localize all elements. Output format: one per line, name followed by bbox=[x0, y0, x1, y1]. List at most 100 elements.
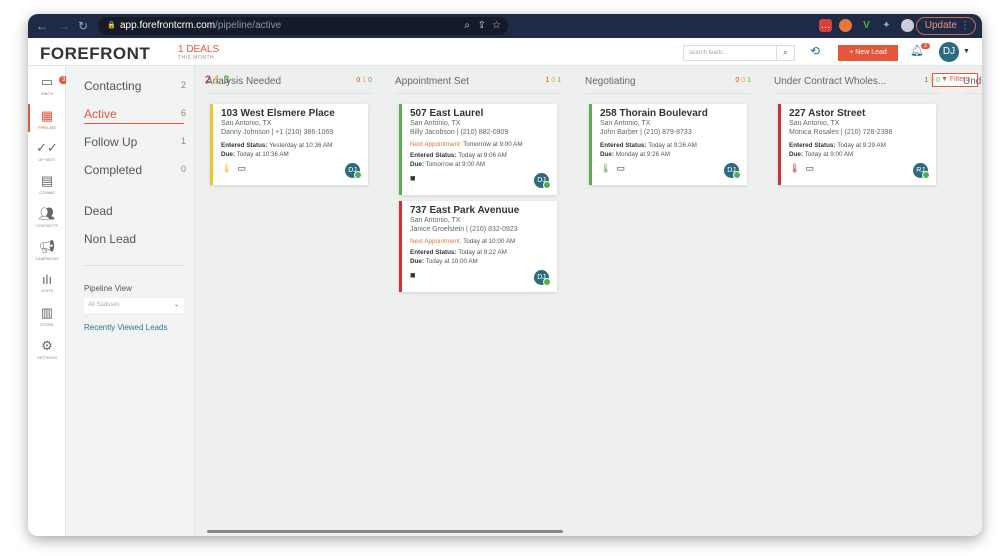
due-value: Tomorrow at 9:00 AM bbox=[425, 161, 486, 168]
appt-value: Tomorrow at 9:00 AM bbox=[463, 141, 523, 148]
search-input[interactable]: search leads... ⌕ bbox=[683, 45, 795, 61]
lead-card[interactable]: 258 Thorain Boulevard San Antonio, TX Jo… bbox=[589, 104, 747, 185]
lead-card[interactable]: 103 West Elsmere Place San Antonio, TX D… bbox=[210, 104, 368, 185]
lead-city: San Antonio, TX bbox=[221, 120, 272, 127]
recently-viewed-link[interactable]: Recently Viewed Leads bbox=[84, 323, 167, 332]
count-yellow: 1 bbox=[362, 77, 367, 84]
count-yellow: 0 bbox=[930, 77, 935, 84]
assignee-avatar[interactable]: DJ bbox=[345, 163, 362, 179]
due-label: Due: bbox=[410, 258, 424, 265]
chevron-down-icon: ⌄ bbox=[173, 302, 179, 308]
appt-label: Next Appointment: bbox=[410, 141, 462, 148]
gear-icon: ⚙ bbox=[41, 338, 53, 353]
lead-card[interactable]: 737 East Park Avenuue San Antonio, TX Ja… bbox=[399, 201, 557, 292]
briefcase-icon: ■ bbox=[410, 270, 416, 280]
lead-city: San Antonio, TX bbox=[410, 217, 461, 224]
update-button[interactable]: Update ⋮ bbox=[915, 17, 976, 35]
next-appointment: Next Appointment: Tomorrow at 9:00 AM bbox=[410, 141, 549, 148]
status-dead[interactable]: Dead bbox=[84, 204, 184, 218]
status-follow-up[interactable]: Follow Up 1 bbox=[84, 135, 186, 149]
status-label: Contacting bbox=[84, 79, 142, 93]
chevron-down-icon[interactable]: ▼ bbox=[963, 48, 970, 55]
column-header: Under Contract Wholes... 1 0 0 bbox=[774, 76, 940, 94]
entered-label: Entered Status: bbox=[600, 142, 647, 149]
new-lead-button[interactable]: + New Lead bbox=[838, 45, 898, 61]
profile-avatar[interactable] bbox=[901, 19, 914, 32]
user-avatar[interactable]: DJ bbox=[939, 42, 959, 62]
assignee-avatar[interactable]: DJ bbox=[534, 173, 551, 189]
lead-card[interactable]: 507 East Laurel San Antonio, TX Billy Ja… bbox=[399, 104, 557, 195]
logo[interactable]: FOREFRONT bbox=[40, 44, 150, 64]
assignee-avatar[interactable]: RJ bbox=[913, 163, 930, 179]
back-icon[interactable]: ← bbox=[36, 19, 48, 33]
due-value: Monday at 9:26 AM bbox=[615, 151, 671, 158]
due-label: Due: bbox=[789, 151, 803, 158]
count-green: 0 bbox=[368, 77, 372, 84]
entered-value: Today at 9:26 AM bbox=[648, 142, 697, 149]
forward-icon[interactable]: → bbox=[58, 19, 70, 33]
count-red: 1 bbox=[545, 77, 550, 84]
status-label: Dead bbox=[84, 204, 113, 218]
entered-status: Entered Status: Today at 9:29 AM bbox=[789, 141, 928, 150]
megaphone-icon: 📢︎ bbox=[38, 239, 56, 254]
history-icon[interactable]: ⟲ bbox=[810, 44, 820, 58]
nav-contacts[interactable]: 👥︎ CONTACTS bbox=[28, 206, 66, 228]
count-yellow: 0 bbox=[551, 77, 556, 84]
extension-icon[interactable]: … bbox=[819, 19, 832, 32]
address-bar[interactable]: 🔒 app.forefrontcrm.com/pipeline/active ⌕ ⇪… bbox=[98, 17, 508, 35]
briefcase-icon: ■ bbox=[410, 173, 416, 183]
nav-up-next[interactable]: ✓✓ UP NEXT bbox=[28, 140, 66, 162]
status-completed[interactable]: Completed 0 bbox=[84, 163, 186, 177]
nav-store[interactable]: ▥ STORE bbox=[28, 305, 66, 327]
nav-comms[interactable]: ▤ COMMS bbox=[28, 173, 66, 195]
nav-pipeline[interactable]: ▦ PIPELINE bbox=[28, 104, 66, 132]
reload-icon[interactable]: ↻ bbox=[78, 19, 88, 33]
checks-icon: ✓✓ bbox=[36, 140, 58, 155]
pipeline-column: Appointment Set 1 0 1 507 East Laurel San… bbox=[395, 76, 567, 292]
nav-label: STORE bbox=[40, 322, 54, 327]
column-title: Appointment Set bbox=[395, 76, 469, 87]
nav-settings[interactable]: ⚙ SETTINGS bbox=[28, 338, 66, 360]
pipeline-column: Under Contract Wholes... 1 0 0 227 Astor … bbox=[774, 76, 946, 185]
lead-address: 227 Astor Street bbox=[789, 108, 866, 119]
lead-card[interactable]: 227 Astor Street San Antonio, TX Monica … bbox=[778, 104, 936, 185]
status-label: Completed bbox=[84, 163, 143, 177]
lead-city: San Antonio, TX bbox=[789, 120, 840, 127]
card-icons: 🌡︎ ▭ RJ bbox=[789, 163, 930, 179]
star-icon[interactable]: ☆ bbox=[492, 17, 501, 35]
column-title: Negotiating bbox=[585, 76, 636, 87]
deals-sub: THIS MONTH bbox=[178, 55, 215, 61]
vue-extension-icon[interactable]: V bbox=[860, 19, 873, 32]
nav-campaigns[interactable]: 📢︎ CAMPAIGNS bbox=[28, 239, 66, 261]
pipeline-view-select[interactable]: All Statuses ⌄ bbox=[84, 298, 184, 313]
zoom-icon[interactable]: ⌕ bbox=[464, 17, 470, 35]
assignee-avatar[interactable]: DJ bbox=[534, 270, 551, 286]
entered-label: Entered Status: bbox=[410, 152, 457, 159]
status-label: Non Lead bbox=[84, 232, 137, 246]
share-icon[interactable]: ⇪ bbox=[478, 17, 486, 35]
inbox-icon: ▭ bbox=[40, 74, 54, 89]
puzzle-icon[interactable]: ✦ bbox=[880, 19, 893, 32]
extension-icon[interactable] bbox=[839, 19, 852, 32]
count-red: 1 bbox=[924, 77, 929, 84]
count-red: 0 bbox=[735, 77, 740, 84]
lead-city: San Antonio, TX bbox=[410, 120, 461, 127]
due-label: Due: bbox=[600, 151, 614, 158]
lead-city: San Antonio, TX bbox=[600, 120, 651, 127]
assignee-avatar[interactable]: DJ bbox=[724, 163, 741, 179]
search-icon[interactable]: ⌕ bbox=[776, 46, 794, 60]
due-value: Today at 10:36 AM bbox=[236, 151, 289, 158]
url-host: app.forefrontcrm.com bbox=[120, 20, 216, 31]
horizontal-scrollbar[interactable] bbox=[207, 530, 563, 533]
card-icons: 🌡︎ ▭ DJ bbox=[600, 163, 741, 179]
status-contacting[interactable]: Contacting 2 bbox=[84, 79, 186, 93]
count-red: 0 bbox=[356, 77, 361, 84]
count-green: 1 bbox=[557, 77, 561, 84]
nav-label: SETTINGS bbox=[36, 355, 57, 360]
status-count: 0 bbox=[180, 164, 186, 174]
nav-stats[interactable]: ılı STATS bbox=[28, 272, 66, 293]
status-active[interactable]: Active 6 bbox=[84, 107, 186, 124]
pipeline-view-label: Pipeline View bbox=[84, 284, 132, 293]
column-header: Und bbox=[963, 76, 982, 94]
status-non-lead[interactable]: Non Lead bbox=[84, 232, 184, 246]
